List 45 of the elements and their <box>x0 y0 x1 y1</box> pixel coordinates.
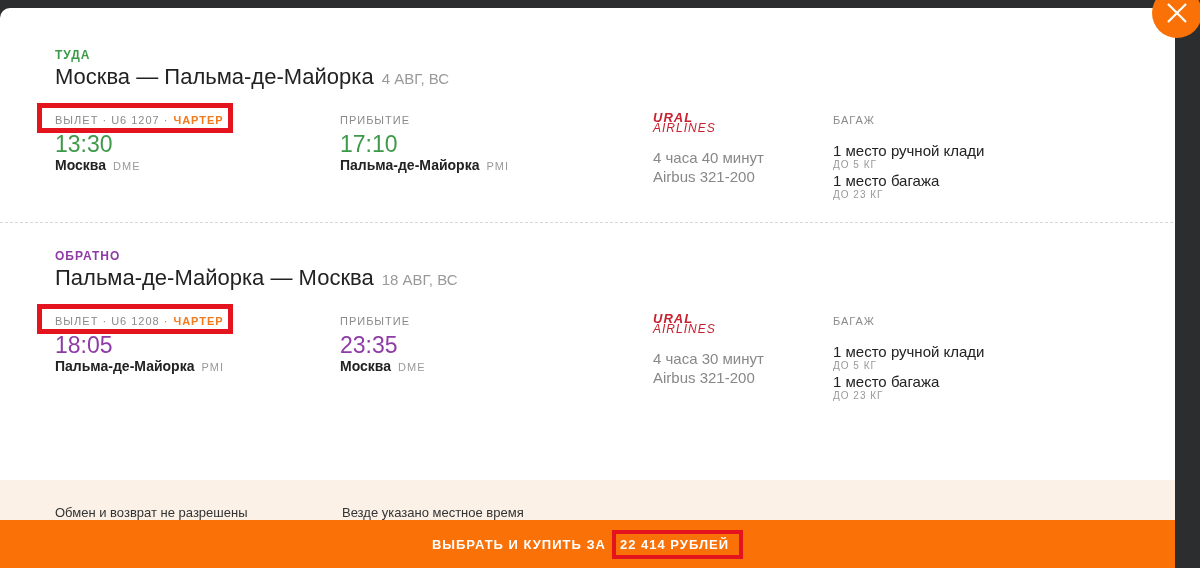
aircraft-model: Airbus 321-200 <box>653 368 755 387</box>
flight-duration: 4 часа 40 минут <box>653 148 764 167</box>
baggage-limit: ДО 5 КГ <box>833 360 877 371</box>
baggage-item: 1 место багажа <box>833 172 940 189</box>
arrival-label: ПРИБЫТИЕ <box>340 114 411 126</box>
airport-code: DME <box>398 361 426 373</box>
aircraft-model: Airbus 321-200 <box>653 167 755 186</box>
buy-button[interactable]: ВЫБРАТЬ И КУПИТЬ ЗА 22 414 РУБЛЕЙ <box>0 520 1175 568</box>
flight-type: ЧАРТЕР <box>173 114 224 126</box>
airport-code: DME <box>113 160 141 172</box>
arrival-time: 23:35 <box>340 332 398 358</box>
flight-date: 4 АВГ, ВС <box>381 70 450 87</box>
route-title: Пальма-де-Майорка — Москва <box>55 265 374 291</box>
arrival-city: Пальма-де-Майорка <box>340 157 480 173</box>
baggage-item: 1 место багажа <box>833 373 940 390</box>
flight-duration: 4 часа 30 минут <box>653 349 764 368</box>
departure-city: Пальма-де-Майорка <box>55 358 195 374</box>
airport-code: PMI <box>201 361 224 373</box>
direction-label: ТУДА <box>55 48 92 62</box>
airline-logo: URAL AIRLINES <box>653 313 716 335</box>
flight-info: ВЫЛЕТ · U6 1207 · <box>55 114 169 126</box>
flight-type: ЧАРТЕР <box>173 315 224 327</box>
flight-date: 18 АВГ, ВС <box>381 271 458 288</box>
close-button[interactable] <box>1152 0 1200 38</box>
airport-code: PMI <box>486 160 509 172</box>
departure-time: 18:05 <box>55 332 113 358</box>
departure-time: 13:30 <box>55 131 113 157</box>
baggage-limit: ДО 23 КГ <box>833 189 884 200</box>
baggage-item: 1 место ручной клади <box>833 343 985 360</box>
arrival-time: 17:10 <box>340 131 398 157</box>
arrival-label: ПРИБЫТИЕ <box>340 315 411 327</box>
baggage-limit: ДО 23 КГ <box>833 390 884 401</box>
note-text: Обмен и возврат не разрешены <box>55 505 249 520</box>
departure-city: Москва <box>55 157 107 173</box>
direction-label: ОБРАТНО <box>55 249 122 263</box>
arrival-city: Москва <box>340 358 392 374</box>
note-text: Везде указано местное время <box>342 505 525 520</box>
airline-logo: URAL AIRLINES <box>653 112 716 134</box>
close-icon <box>1166 2 1188 24</box>
baggage-label: БАГАЖ <box>833 114 876 126</box>
baggage-limit: ДО 5 КГ <box>833 159 877 170</box>
baggage-label: БАГАЖ <box>833 315 876 327</box>
baggage-item: 1 место ручной клади <box>833 142 985 159</box>
flight-info: ВЫЛЕТ · U6 1208 · <box>55 315 169 327</box>
route-title: Москва — Пальма-де-Майорка <box>55 64 374 90</box>
